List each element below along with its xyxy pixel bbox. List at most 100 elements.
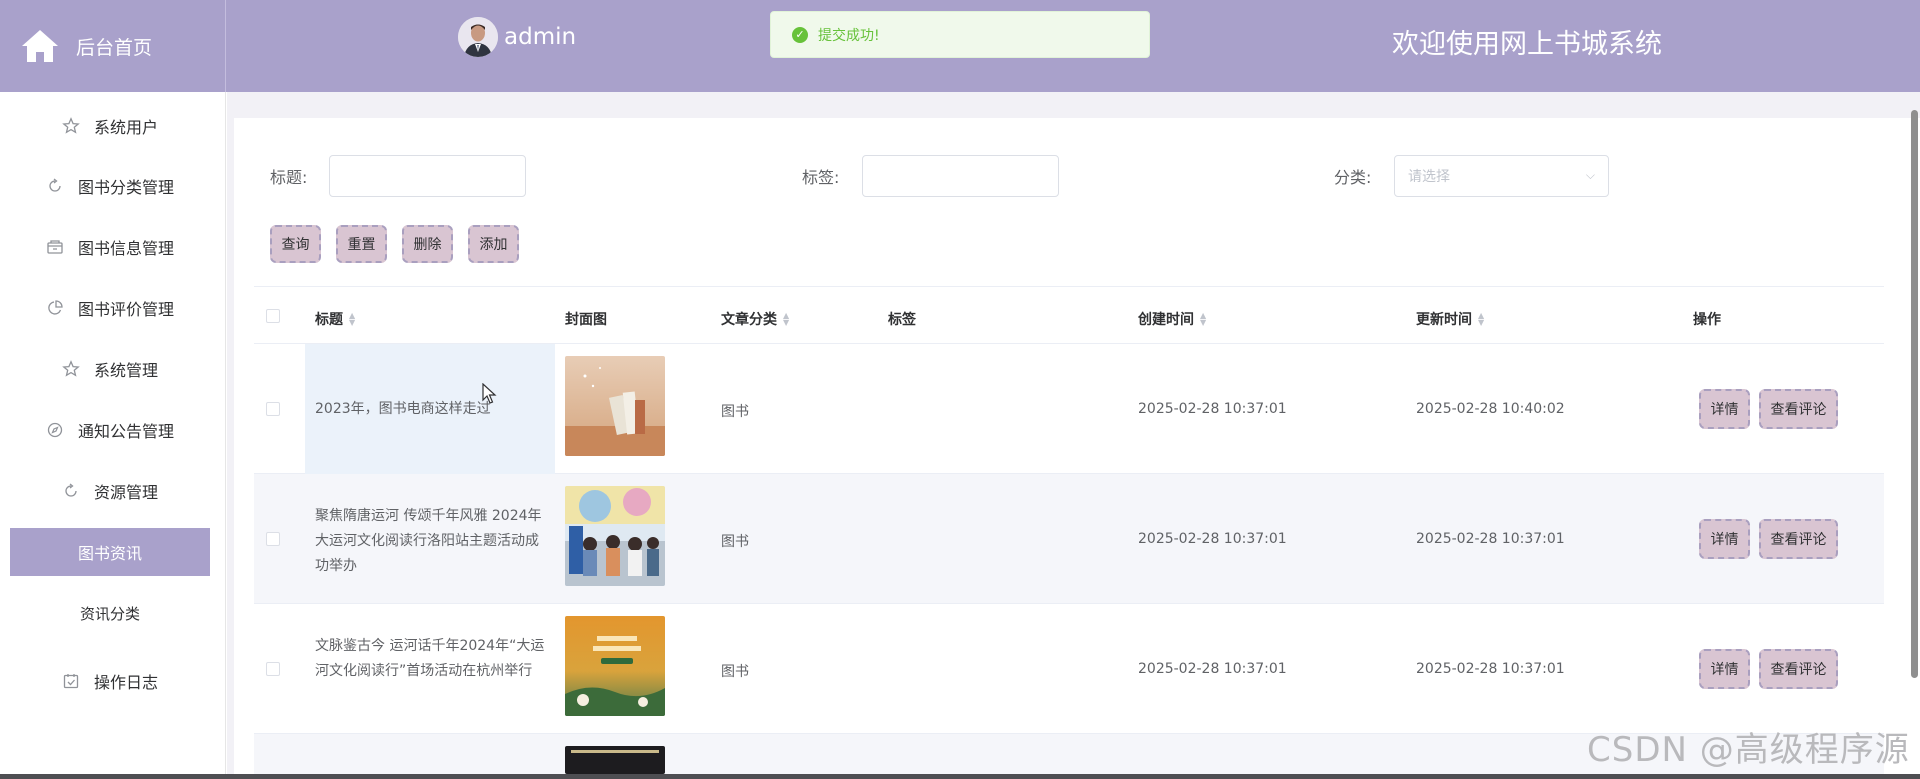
sidebar-item-resources[interactable]: 资源管理 [10, 467, 210, 515]
avatar[interactable] [458, 17, 498, 57]
cover-image[interactable] [565, 616, 665, 716]
dark-cover-image [565, 746, 665, 774]
chevron-down-icon: ⌵ [1585, 168, 1595, 182]
sidebar-item-label: 操作日志 [93, 673, 158, 692]
detail-button[interactable]: 详情 [1699, 389, 1750, 429]
column-title[interactable]: 标题 ▲ ▼ [315, 309, 355, 329]
row-created: 2025-02-28 10:37:01 [1138, 401, 1287, 417]
sidebar-item-label: 资源管理 [93, 483, 158, 502]
sidebar-item-system-users[interactable]: 系统用户 [10, 102, 210, 150]
bottom-edge [0, 774, 1920, 779]
view-comments-button[interactable]: 查看评论 [1759, 389, 1838, 429]
table-row[interactable]: 聚焦隋唐运河 传颂千年风雅 2024年大运河文化阅读行洛阳站主题活动成功举办 图… [254, 474, 1884, 604]
column-category-label: 文章分类 [721, 312, 777, 328]
sidebar-item-label: 图书信息管理 [77, 239, 174, 258]
row-title: 聚焦隋唐运河 传颂千年风雅 2024年大运河文化阅读行洛阳站主题活动成功举办 [315, 508, 542, 574]
detail-button[interactable]: 详情 [1699, 519, 1750, 559]
cover-image[interactable] [565, 356, 665, 456]
row-checkbox[interactable] [266, 532, 280, 546]
column-title-label: 标题 [315, 312, 343, 328]
select-all-checkbox[interactable] [266, 309, 280, 323]
sidebar-item-book-info[interactable]: 图书信息管理 [10, 223, 210, 271]
refresh-icon [62, 482, 80, 500]
column-created-label: 创建时间 [1138, 312, 1194, 328]
star-icon [62, 117, 80, 135]
sort-icon[interactable]: ▲ ▼ [349, 312, 355, 327]
cover-image[interactable] [565, 746, 665, 774]
sidebar-item-label: 系统用户 [93, 118, 158, 137]
sidebar-item-label: 图书评价管理 [77, 300, 174, 319]
sidebar-item-label: 资讯分类 [79, 604, 140, 623]
table-row[interactable]: 文脉鉴古今 运河话千年2024年“大运河文化阅读行”首场活动在杭州举行 图书 2… [254, 604, 1884, 734]
vertical-scrollbar[interactable] [1911, 110, 1918, 678]
column-ops-label: 操作 [1693, 312, 1721, 328]
sidebar-item-label: 图书资讯 [77, 544, 142, 563]
home-icon [22, 30, 58, 62]
view-comments-button[interactable]: 查看评论 [1759, 649, 1838, 689]
column-cover-label: 封面图 [565, 312, 607, 328]
column-updated[interactable]: 更新时间 ▲ ▼ [1416, 309, 1484, 329]
row-category: 图书 [721, 664, 749, 680]
detail-button[interactable]: 详情 [1699, 649, 1750, 689]
watermark: CSDN @高级程序源 [1587, 730, 1910, 770]
sort-icon[interactable]: ▲ ▼ [1200, 312, 1206, 327]
calendar-check-icon [62, 672, 80, 690]
sidebar-item-news-category[interactable]: 资讯分类 [10, 589, 210, 637]
sidebar-item-book-review[interactable]: 图书评价管理 [10, 284, 210, 332]
sort-icon[interactable]: ▲ ▼ [783, 312, 789, 327]
home-link[interactable]: 后台首页 [0, 0, 226, 92]
success-toast: ✓ 提交成功! [770, 11, 1150, 58]
sidebar: 系统用户 图书分类管理 图书信息管理 图书评价管理 系统管理 通知公告管理 资源… [0, 92, 226, 779]
delete-button[interactable]: 删除 [402, 225, 453, 263]
sort-icon[interactable]: ▲ ▼ [1478, 312, 1484, 327]
books-cover-image [565, 356, 665, 456]
tag-filter-label: 标签: [802, 168, 840, 187]
title-filter-label: 标题: [270, 168, 308, 187]
home-label: 后台首页 [76, 36, 153, 59]
title-filter-input[interactable] [329, 155, 526, 197]
column-updated-label: 更新时间 [1416, 312, 1472, 328]
reset-button[interactable]: 重置 [336, 225, 387, 263]
sidebar-item-notice[interactable]: 通知公告管理 [10, 406, 210, 454]
poster-cover-image [565, 616, 665, 716]
sidebar-item-system-manage[interactable]: 系统管理 [10, 345, 210, 393]
user-portrait-icon [458, 17, 498, 57]
refresh-icon [46, 177, 64, 195]
search-button[interactable]: 查询 [270, 225, 321, 263]
row-title: 文脉鉴古今 运河话千年2024年“大运河文化阅读行”首场活动在杭州举行 [315, 638, 545, 679]
row-checkbox[interactable] [266, 662, 280, 676]
column-ops: 操作 [1693, 309, 1721, 329]
sidebar-item-book-category[interactable]: 图书分类管理 [10, 162, 210, 210]
event-photo-image [565, 486, 665, 586]
table-header: 标题 ▲ ▼ 封面图 文章分类 ▲ ▼ 标签 创建时间 ▲ ▼ 更新时间 ▲ ▼ 操作 [254, 286, 1884, 344]
sidebar-item-operation-log[interactable]: 操作日志 [10, 657, 210, 705]
cover-image[interactable] [565, 486, 665, 586]
row-title: 2023年，图书电商这样走过 [315, 401, 491, 417]
row-updated: 2025-02-28 10:40:02 [1416, 401, 1565, 417]
category-select[interactable]: 请选择 ⌵ [1394, 155, 1609, 197]
star-icon [62, 360, 80, 378]
tag-filter-input[interactable] [862, 155, 1059, 197]
box-icon [46, 238, 64, 256]
site-title: 欢迎使用网上书城系统 [1392, 29, 1662, 60]
row-updated: 2025-02-28 10:37:01 [1416, 661, 1565, 677]
row-created: 2025-02-28 10:37:01 [1138, 531, 1287, 547]
toast-message: 提交成功! [818, 27, 880, 44]
check-circle-icon: ✓ [792, 26, 808, 43]
sidebar-item-book-news[interactable]: 图书资讯 [10, 528, 210, 576]
compass-icon [46, 421, 64, 439]
table-row[interactable]: 2023年，图书电商这样走过 图书 2025-02-28 10:37:01 20… [254, 344, 1884, 474]
row-checkbox[interactable] [266, 402, 280, 416]
column-cover: 封面图 [565, 309, 607, 329]
mouse-cursor-icon [482, 383, 497, 404]
sidebar-item-label: 系统管理 [93, 361, 158, 380]
username[interactable]: admin [504, 24, 576, 50]
column-tag-label: 标签 [888, 312, 916, 328]
view-comments-button[interactable]: 查看评论 [1759, 519, 1838, 559]
column-category[interactable]: 文章分类 ▲ ▼ [721, 309, 789, 329]
pie-icon [46, 299, 64, 317]
add-button[interactable]: 添加 [468, 225, 519, 263]
top-header: 后台首页 admin ✓ 提交成功! 欢迎使用网上书城系统 [0, 0, 1920, 92]
row-created: 2025-02-28 10:37:01 [1138, 661, 1287, 677]
column-created[interactable]: 创建时间 ▲ ▼ [1138, 309, 1206, 329]
